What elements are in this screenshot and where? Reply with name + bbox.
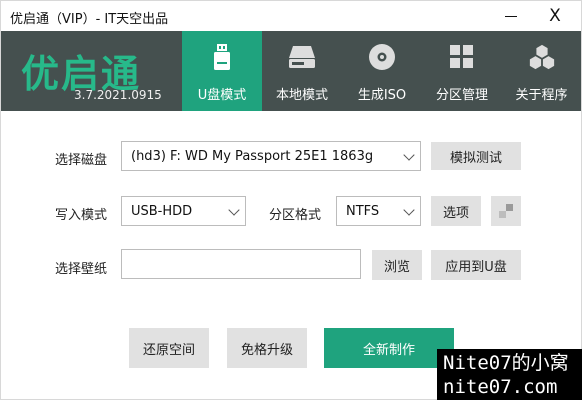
chevron-down-icon — [403, 204, 415, 216]
tab-partition-manager[interactable]: 分区管理 — [422, 31, 502, 111]
minimize-icon — [505, 15, 517, 17]
partition-grid-icon — [448, 43, 476, 71]
chevron-down-icon — [228, 204, 240, 216]
watermark-line1: Nite07的小窝 — [443, 352, 569, 374]
version-label: 3.7.2021.0915 — [74, 88, 162, 102]
tab-create-iso-label: 生成ISO — [357, 88, 407, 103]
window-title: 优启通（VIP）- IT天空出品 — [10, 12, 169, 27]
tab-usb-mode-label: U盘模式 — [197, 88, 247, 103]
disk-select[interactable]: (hd3) F: WD My Passport 25E1 1863g — [121, 141, 421, 171]
wallpaper-path-input[interactable] — [121, 249, 361, 279]
tab-local-mode-label: 本地模式 — [275, 88, 328, 103]
partition-format-label: 分区格式 — [269, 208, 322, 223]
simulate-test-button[interactable]: 模拟测试 — [431, 142, 521, 170]
close-button[interactable]: X — [533, 1, 577, 31]
options-button[interactable]: 选项 — [431, 196, 481, 226]
usb-drive-icon — [208, 43, 236, 71]
header-bar: 优启通 3.7.2021.0915 U盘模式 本地模式 生成ISO 分区管理 关… — [1, 31, 581, 111]
browse-button[interactable]: 浏览 — [372, 250, 422, 280]
app-window: 优启通（VIP）- IT天空出品 X 优启通 3.7.2021.0915 U盘模… — [0, 0, 582, 400]
restore-space-button[interactable]: 还原空间 — [129, 328, 209, 368]
tab-local-mode[interactable]: 本地模式 — [262, 31, 342, 111]
create-new-button[interactable]: 全新制作 — [324, 328, 454, 368]
chevron-down-icon — [403, 149, 415, 161]
partition-format-select[interactable]: NTFS — [336, 196, 421, 226]
expand-toggle-button[interactable] — [491, 196, 521, 226]
write-mode-value: USB-HDD — [131, 203, 193, 219]
expand-icon — [506, 204, 513, 211]
write-mode-label: 写入模式 — [55, 208, 108, 223]
upgrade-no-format-button[interactable]: 免格升级 — [227, 328, 307, 368]
partition-format-value: NTFS — [346, 203, 380, 219]
tab-about[interactable]: 关于程序 — [502, 31, 581, 111]
tab-about-label: 关于程序 — [515, 88, 568, 103]
tab-usb-mode[interactable]: U盘模式 — [182, 31, 262, 111]
tab-create-iso[interactable]: 生成ISO — [342, 31, 422, 111]
tab-partition-manager-label: 分区管理 — [435, 88, 488, 103]
disc-icon — [368, 43, 396, 71]
watermark: Nite07的小窝 nite07.com — [437, 349, 582, 400]
wallpaper-label: 选择壁纸 — [55, 262, 108, 277]
expand-icon-part — [499, 211, 506, 218]
write-mode-select[interactable]: USB-HDD — [121, 196, 246, 226]
title-bar: 优启通（VIP）- IT天空出品 X — [1, 1, 581, 31]
disk-label: 选择磁盘 — [55, 153, 108, 168]
minimize-button[interactable] — [489, 1, 533, 31]
hexagon-cluster-icon — [528, 43, 556, 71]
hard-disk-icon — [288, 43, 316, 71]
disk-select-value: (hd3) F: WD My Passport 25E1 1863g — [131, 148, 374, 164]
watermark-line2: nite07.com — [443, 376, 558, 398]
apply-to-usb-button[interactable]: 应用到U盘 — [431, 250, 521, 280]
